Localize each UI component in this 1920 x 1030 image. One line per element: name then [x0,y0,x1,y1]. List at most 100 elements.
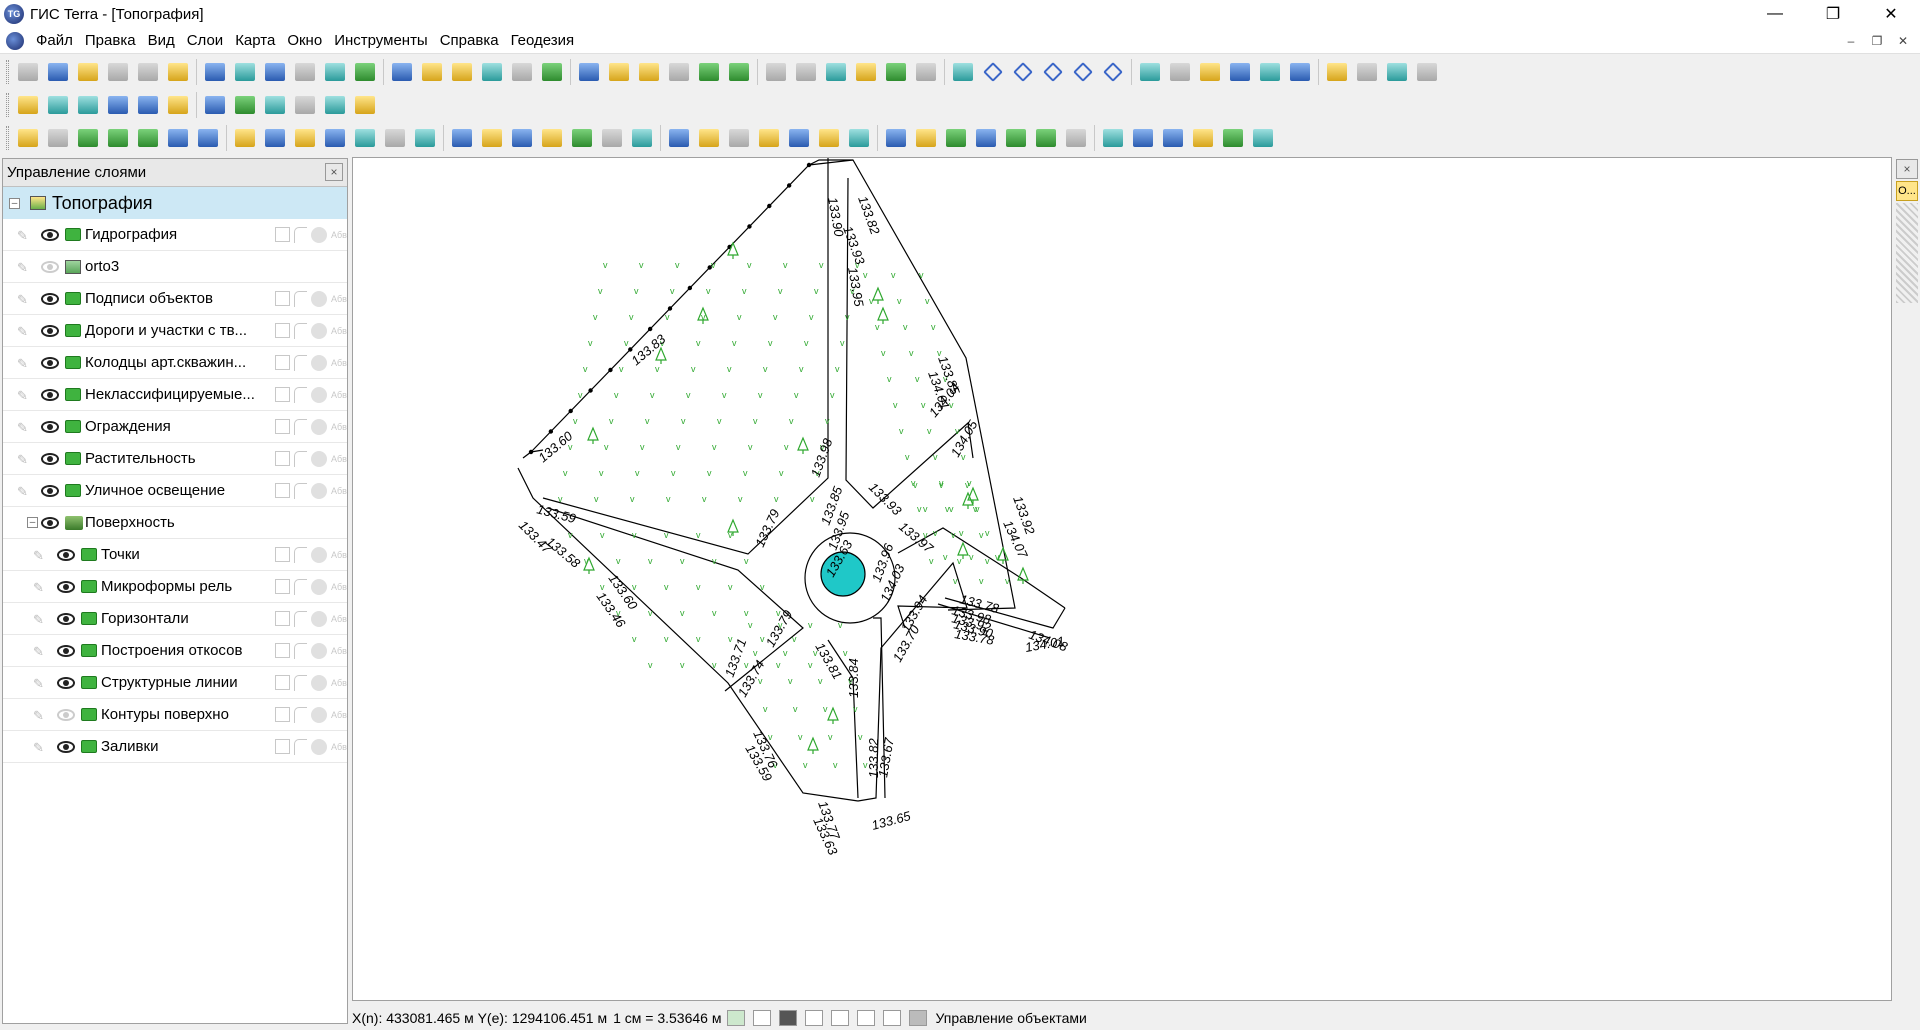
mdi-close-button[interactable]: ✕ [1890,28,1916,54]
map-add-button[interactable] [821,57,851,87]
visibility-eye-icon[interactable] [41,484,59,497]
style-circle-icon[interactable] [311,226,327,243]
style-circle-icon[interactable] [311,450,327,467]
layer-row[interactable]: ✎ Микроформы рель Абв [3,571,391,603]
layer-row[interactable]: ✎ Гидрография Абв [3,219,391,251]
arc-tool-button[interactable] [260,90,290,120]
circle-button[interactable] [230,90,260,120]
copy-button[interactable] [200,57,230,87]
right-dock-tab[interactable]: O... [1896,181,1918,201]
cross-button[interactable] [103,90,133,120]
visibility-eye-icon[interactable] [41,356,59,369]
edit-pencil-icon[interactable]: ✎ [17,228,31,243]
map2-button[interactable] [851,57,881,87]
visibility-eye-icon[interactable] [57,740,75,753]
import-button[interactable] [103,57,133,87]
visibility-eye-icon[interactable] [41,452,59,465]
collapse-surface-icon[interactable]: – [27,517,38,528]
arc3-button[interactable] [1285,57,1315,87]
slope-button[interactable] [754,123,784,153]
layer-row[interactable]: ✎ Ограждения Абв [3,411,391,443]
shape-button[interactable] [664,57,694,87]
layer-tree-root[interactable]: – Топография [3,187,347,219]
point-arrow-button[interactable] [163,123,193,153]
style-circle-icon[interactable] [311,610,327,627]
circles-button[interactable] [43,90,73,120]
labels-toggle[interactable]: Абв [331,294,351,304]
style-circle-icon[interactable] [311,386,327,403]
cut-button[interactable] [163,57,193,87]
snap-toggle-icon[interactable] [294,482,307,499]
export3-button[interactable] [1218,123,1248,153]
node-button[interactable] [978,57,1008,87]
labels-toggle[interactable]: Абв [331,646,351,656]
paste-button[interactable] [230,57,260,87]
snap-image-icon[interactable] [883,1009,902,1026]
mdi-restore-button[interactable]: ❐ [1864,28,1890,54]
visibility-eye-icon[interactable] [41,324,59,337]
labels-toggle[interactable]: Абв [331,230,351,240]
parallelogram-button[interactable] [163,90,193,120]
visibility-eye-icon[interactable] [57,580,75,593]
visibility-eye-icon[interactable] [41,260,59,273]
triangle-button[interactable] [13,90,43,120]
layers2-button[interactable] [1158,123,1188,153]
pan-hand-button[interactable] [350,57,380,87]
point-circle-button[interactable] [133,123,163,153]
point-add-button[interactable] [193,123,223,153]
menu-tools[interactable]: Инструменты [328,28,434,54]
snap-grid-icon[interactable] [727,1009,746,1026]
style-circle-icon[interactable] [311,578,327,595]
labels-toggle[interactable]: Абв [331,454,351,464]
layer-row[interactable]: ✎ Растительность Абв [3,443,391,475]
point-button[interactable] [43,123,73,153]
labels-toggle[interactable]: Абв [331,582,351,592]
snap-text-icon[interactable] [857,1009,876,1026]
selectable-checkbox[interactable] [275,739,290,754]
restore-button[interactable]: ❐ [1804,0,1862,28]
tin7-button[interactable] [664,123,694,153]
tin4-button[interactable] [567,123,597,153]
selectable-checkbox[interactable] [275,611,290,626]
menu-file[interactable]: Файл [30,28,79,54]
map-drawing[interactable]: v v v v v v v v v v v v v v v v v v v v v v v v v v v v v v v v v v v v v v v v… [353,158,1891,1000]
open-button[interactable] [43,57,73,87]
snap-toggle-icon[interactable] [294,354,307,371]
edit-pencil-icon[interactable]: ✎ [33,580,47,595]
map5-button[interactable] [948,57,978,87]
measure-button[interactable] [1135,57,1165,87]
polygon-button[interactable] [417,57,447,87]
arc4-button[interactable] [1322,57,1352,87]
snap-node-icon[interactable] [753,1009,772,1026]
visibility-eye-icon[interactable] [41,292,59,305]
snap-line-icon[interactable] [805,1009,824,1026]
menu-map[interactable]: Карта [229,28,281,54]
disk-button[interactable] [1128,123,1158,153]
table-button[interactable] [507,57,537,87]
mdi-minimize-button[interactable]: – [1838,28,1864,54]
info-button[interactable] [1098,123,1128,153]
label-button[interactable] [447,57,477,87]
arc-button[interactable] [1225,57,1255,87]
collapse-root-icon[interactable]: – [9,197,20,209]
snap-toggle-icon[interactable] [294,642,307,659]
m3-button[interactable] [1412,57,1442,87]
selectable-checkbox[interactable] [275,419,290,434]
snap-toggle-icon[interactable] [294,578,307,595]
visibility-eye-icon[interactable] [41,516,59,529]
edit-pencil-icon[interactable]: ✎ [33,740,47,755]
edit-pencil-icon[interactable]: ✎ [17,388,31,403]
edit-pencil-icon[interactable]: ✎ [17,292,31,307]
export2-button[interactable] [1188,123,1218,153]
tin-button[interactable] [477,123,507,153]
edit-pencil-icon[interactable]: ✎ [33,708,47,723]
edit-pencil-icon[interactable]: ✎ [17,356,31,371]
mesh-button[interactable] [320,90,350,120]
tin2-button[interactable] [507,123,537,153]
style-circle-icon[interactable] [311,706,327,723]
new-map-button[interactable] [13,57,43,87]
toolbar-grip[interactable] [6,59,9,84]
view3-button[interactable] [941,123,971,153]
layer-row[interactable]: ✎ Колодцы арт.скважин... Абв [3,347,391,379]
layer-row[interactable]: ✎ Построения откосов Абв [3,635,391,667]
